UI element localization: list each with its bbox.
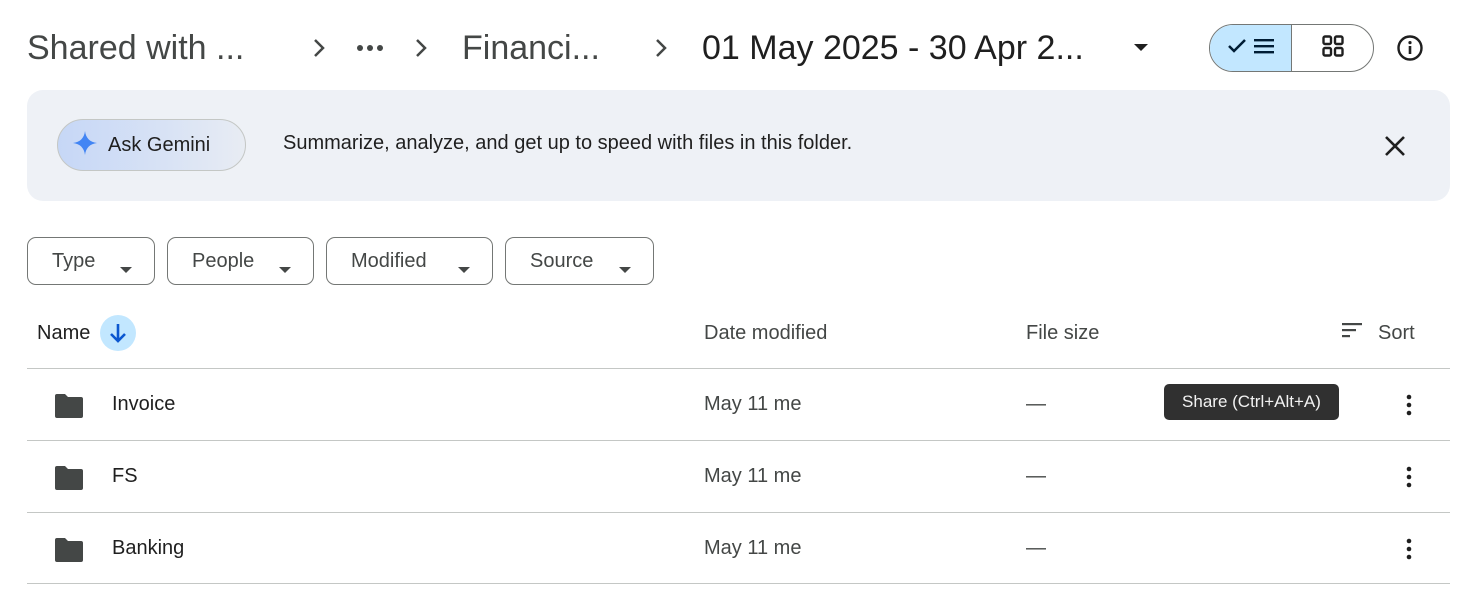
folder-icon [53, 393, 85, 424]
filter-source-label: Source [530, 249, 594, 272]
caret-down-icon [279, 258, 291, 281]
top-bar: Shared with ... Financi... 01 May 2025 -… [0, 0, 1478, 90]
row-date: May 11 me [704, 393, 802, 415]
gemini-banner: Ask Gemini Summarize, analyze, and get u… [27, 90, 1450, 201]
row-size: — [1026, 393, 1046, 415]
row-name: Banking [112, 537, 185, 559]
row-name: FS [112, 465, 138, 487]
list-view-button[interactable] [1210, 25, 1292, 71]
more-horizontal-icon[interactable] [350, 30, 390, 66]
chevron-right-icon [308, 34, 330, 62]
filter-modified[interactable]: Modified [326, 237, 493, 285]
view-toggle [1209, 24, 1374, 72]
row-size: — [1026, 465, 1046, 487]
chevron-right-icon [650, 34, 672, 62]
column-header-name[interactable]: Name [37, 320, 90, 346]
gemini-sparkle-icon [72, 130, 98, 161]
ask-gemini-button[interactable]: Ask Gemini [57, 119, 246, 171]
sort-button[interactable]: Sort [1340, 318, 1415, 348]
chevron-right-icon [410, 34, 432, 62]
row-date: May 11 me [704, 537, 802, 559]
sort-icon [1340, 321, 1364, 345]
filter-people-label: People [192, 249, 255, 272]
column-header-file-size[interactable]: File size [1026, 320, 1099, 346]
grid-view-button[interactable] [1292, 25, 1373, 71]
caret-down-icon [120, 258, 132, 281]
filter-source[interactable]: Source [505, 237, 654, 285]
list-icon [1253, 37, 1275, 60]
more-vertical-icon[interactable] [1391, 387, 1427, 423]
more-vertical-icon[interactable] [1391, 459, 1427, 495]
filter-type[interactable]: Type [27, 237, 155, 285]
breadcrumb-financial[interactable]: Financi... [462, 26, 600, 70]
ask-gemini-label: Ask Gemini [108, 133, 211, 156]
table-row[interactable]: Banking May 11 me — [27, 512, 1450, 584]
breadcrumb-current-folder[interactable]: 01 May 2025 - 30 Apr 2... [702, 26, 1084, 70]
check-icon [1227, 38, 1247, 59]
caret-down-icon [458, 258, 470, 281]
info-icon[interactable] [1390, 28, 1430, 68]
more-vertical-icon[interactable] [1391, 531, 1427, 567]
row-name: Invoice [112, 393, 176, 415]
close-icon[interactable] [1377, 128, 1413, 164]
sort-label: Sort [1378, 321, 1415, 344]
folder-icon [53, 537, 85, 568]
banner-description: Summarize, analyze, and get up to speed … [283, 132, 853, 154]
row-date: May 11 me [704, 465, 802, 487]
folder-menu-dropdown-icon[interactable] [1124, 30, 1158, 66]
filter-people[interactable]: People [167, 237, 314, 285]
caret-down-icon [619, 258, 631, 281]
grid-icon [1321, 34, 1344, 62]
column-header-date-modified[interactable]: Date modified [704, 320, 827, 346]
row-size: — [1026, 537, 1046, 559]
table-row[interactable]: FS May 11 me — [27, 440, 1450, 512]
filter-type-label: Type [52, 249, 96, 272]
share-tooltip: Share (Ctrl+Alt+A) [1164, 384, 1339, 420]
breadcrumb-shared-with-me[interactable]: Shared with ... [27, 26, 244, 70]
sort-direction-arrow-down-icon[interactable] [100, 315, 136, 351]
filter-modified-label: Modified [351, 249, 427, 272]
folder-icon [53, 465, 85, 496]
